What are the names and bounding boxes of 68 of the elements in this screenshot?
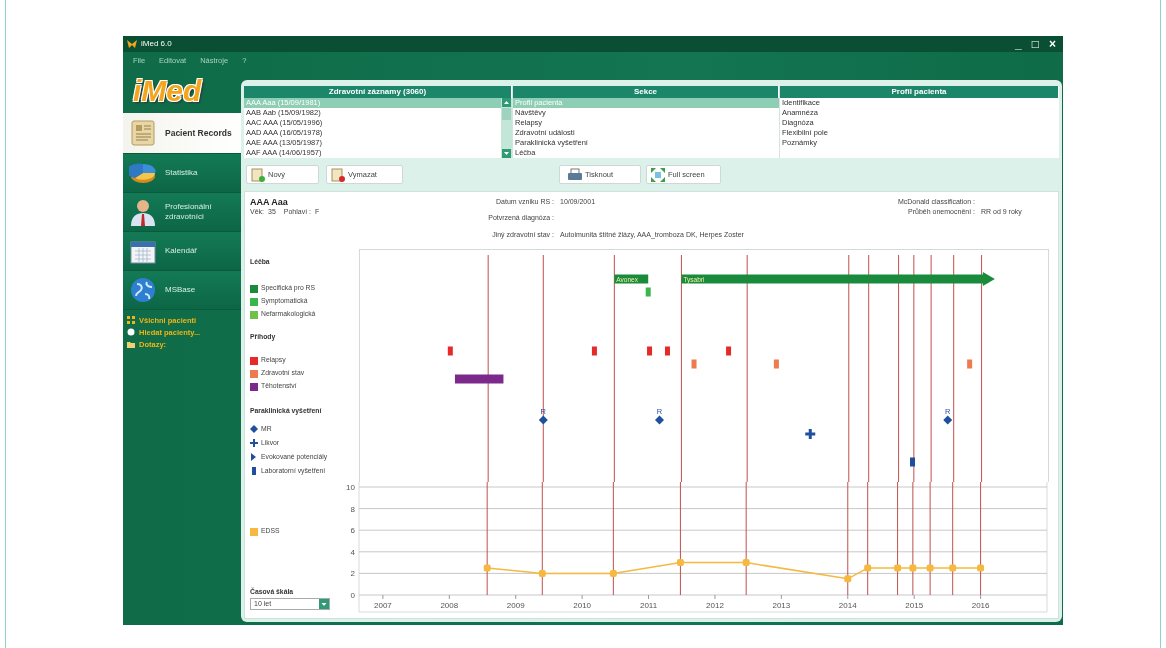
tick-label: 6: [350, 526, 355, 536]
document-add-icon: [251, 167, 265, 182]
data-point: [949, 564, 957, 572]
tick-label: 2011: [639, 601, 658, 610]
grid-icon: [127, 316, 135, 324]
event-marker: [691, 359, 697, 369]
data-point: [844, 575, 852, 583]
sidebar-item[interactable]: Profesionální zdravotníci: [123, 193, 241, 232]
data-point: [864, 564, 872, 572]
close-button[interactable]: ×: [1046, 37, 1059, 51]
sidebar-item[interactable]: Pacient Records: [123, 113, 241, 154]
data-point: [909, 564, 917, 572]
data-point: [977, 564, 985, 572]
event-marker: [726, 346, 732, 356]
data-point: [538, 569, 546, 577]
tick-label: 2009: [506, 601, 525, 610]
window-title: iMed 6.0: [141, 39, 172, 49]
sidebar-item[interactable]: Statistika: [123, 154, 241, 193]
tick-label: 4: [350, 547, 355, 557]
printer-icon: [568, 167, 582, 182]
data-point: [926, 564, 934, 572]
event-marker: [773, 359, 779, 369]
event-marker: [447, 346, 453, 356]
app-logo: iMed: [132, 72, 203, 109]
tick-label: 2007: [374, 601, 392, 610]
sidebar-item[interactable]: Kalendář: [123, 232, 241, 271]
event-marker: [647, 346, 653, 356]
tick-label: 2012: [706, 601, 724, 610]
tick-label: 2013: [772, 601, 791, 610]
tick-label: 2010: [573, 601, 592, 610]
tick-label: 2: [350, 569, 355, 579]
document-delete-icon: [331, 167, 345, 182]
folder-icon: [127, 340, 135, 348]
diamond-marker: [538, 415, 548, 425]
tick-label: 0: [350, 591, 355, 600]
event-marker: [665, 346, 670, 356]
list-header: Profil pacienta: [780, 86, 1059, 98]
timeline-bar: [454, 374, 504, 384]
tick-label: 8: [350, 504, 355, 514]
diamond-marker: [943, 415, 953, 425]
maximize-button[interactable]: □: [1028, 37, 1042, 51]
tick-label: 2014: [838, 601, 857, 610]
globe-icon: [129, 276, 157, 304]
tick-label: 10: [346, 483, 355, 492]
sidebar-item[interactable]: MSBase: [123, 271, 241, 310]
tick-label: 2015: [905, 601, 924, 610]
event-marker: [645, 287, 651, 297]
expand-icon: [651, 167, 665, 182]
data-point: [609, 569, 617, 577]
caret-icon: [319, 599, 329, 609]
data-point: [676, 559, 684, 567]
tick-label: 2016: [971, 601, 990, 610]
cross-marker: [805, 429, 816, 439]
data-point: [742, 559, 750, 567]
event-marker: [910, 457, 916, 467]
records-icon: [129, 119, 157, 147]
app-icon: [127, 40, 137, 48]
minimize-button[interactable]: _: [1012, 37, 1025, 51]
event-marker: [591, 346, 597, 356]
person-icon: [129, 198, 157, 226]
diamond-marker: [655, 415, 664, 425]
event-marker: [967, 359, 973, 369]
data-point: [894, 564, 902, 572]
list-header: Sekce: [513, 86, 779, 98]
list-header: Zdravotní záznamy (3060): [244, 86, 512, 98]
patient-name: AAA Aaa: [250, 197, 289, 207]
data-point: [483, 564, 491, 572]
tick-label: 2008: [440, 601, 459, 610]
